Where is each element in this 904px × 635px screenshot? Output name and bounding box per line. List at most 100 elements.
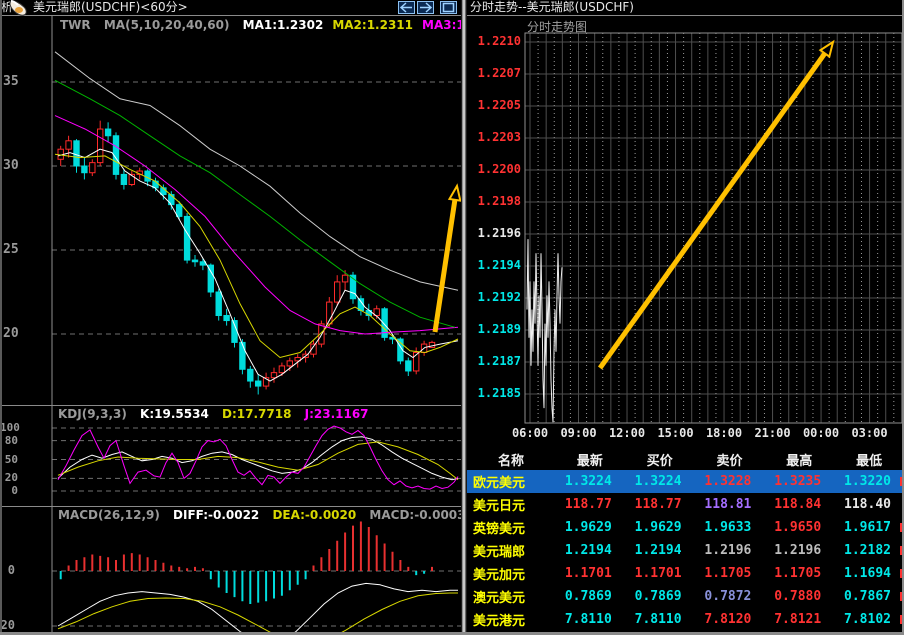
tick-price-label: 1.2192 (467, 290, 521, 304)
macd-panel[interactable]: MACD(26,12,9) DIFF:-0.0022 DEA:-0.0020 M… (0, 506, 461, 635)
kdj-d-value: D:17.7718 (222, 407, 291, 421)
candle-body (90, 163, 95, 173)
tick-price-label: 1.2189 (467, 322, 521, 336)
candle-body (287, 361, 292, 366)
quote-row[interactable]: 欧元美元1.32241.32241.32281.32351.3220 (467, 470, 904, 493)
tick-price-label: 1.2200 (467, 162, 521, 176)
right-titlebar: 分时走势--美元瑞郎(USDCHF) (467, 0, 904, 16)
candle-body (145, 171, 150, 181)
ma-line-ma2 (55, 154, 458, 357)
kdj-y-label: 100 (0, 421, 18, 434)
quote-value: 1.2194 (625, 543, 695, 558)
quote-value: 118.40 (834, 497, 904, 512)
row-edge-mark (900, 615, 904, 624)
tick-price-line (527, 239, 562, 422)
quote-value: 1.2194 (555, 543, 625, 558)
quote-header-cell: 最低 (834, 450, 904, 469)
candlestick-panel[interactable]: TWR MA(5,10,20,40,60) MA1:1.2302MA2:1.23… (0, 16, 461, 405)
quote-value: 118.81 (695, 497, 765, 512)
kdj-line-j (58, 426, 458, 489)
candle-body (177, 205, 182, 217)
quote-row[interactable]: 美元加元1.17011.17011.17051.17051.1694 (467, 562, 904, 585)
kdj-chart[interactable] (0, 406, 461, 506)
kdj-y-label: 50 (0, 453, 18, 466)
quote-pair-name: 美元瑞郎 (467, 541, 555, 560)
quote-value: 0.7867 (834, 589, 904, 604)
annotation-arrowhead (449, 186, 460, 201)
quote-value: 1.9650 (764, 520, 834, 535)
quote-value: 1.3220 (834, 474, 904, 489)
y-axis-label: 30 (3, 158, 19, 173)
candle-body (271, 373, 276, 378)
macd-name: MACD(26,12,9) (58, 508, 160, 522)
macd-chart[interactable] (0, 507, 461, 635)
candle-body (406, 361, 411, 371)
quote-row[interactable]: 美元瑞郎1.21941.21941.21961.21961.2182 (467, 539, 904, 562)
tick-price-label: 1.2210 (467, 34, 521, 48)
macd-label-row: MACD(26,12,9) DIFF:-0.0022 DEA:-0.0020 M… (58, 508, 475, 522)
quote-value: 1.3224 (625, 474, 695, 489)
quote-value: 1.2182 (834, 543, 904, 558)
macd-diff-value: DIFF:-0.0022 (173, 508, 259, 522)
quote-value: 7.8110 (625, 612, 695, 627)
quote-pair-name: 美元日元 (467, 495, 555, 514)
kdj-y-label: 0 (0, 484, 18, 497)
candle-body (105, 129, 110, 136)
quote-table-header: 名称最新买价卖价最高最低 (467, 448, 904, 470)
quote-header-cell: 买价 (625, 450, 695, 469)
quote-value: 7.8110 (555, 612, 625, 627)
forward-button[interactable] (417, 1, 434, 14)
quote-value: 0.7880 (764, 589, 834, 604)
quote-row[interactable]: 澳元美元0.78690.78690.78720.78800.7867 (467, 585, 904, 608)
trading-app-window: 析 美元瑞郎(USDCHF)<60分> 分时走势--美元瑞郎(USDCHF) (0, 0, 904, 635)
tick-price-label: 1.2194 (467, 258, 521, 272)
row-edge-mark (900, 477, 904, 486)
row-edge-mark (900, 592, 904, 601)
quote-row[interactable]: 英镑美元1.96291.96291.96331.96501.9617 (467, 516, 904, 539)
annotation-arrow (600, 49, 828, 368)
ma-line-ma4 (55, 80, 455, 327)
tick-time-label: 12:00 (603, 426, 651, 440)
candle-body (224, 316, 229, 321)
arrow-right-icon (418, 2, 433, 13)
quote-row[interactable]: 美元港元7.81107.81107.81207.81217.8102 (467, 608, 904, 631)
tick-price-label: 1.2198 (467, 194, 521, 208)
kdj-y-label: 80 (0, 434, 18, 447)
quote-value: 1.1705 (695, 566, 765, 581)
candle-body (216, 292, 221, 316)
quote-value: 0.7869 (625, 589, 695, 604)
kdj-panel[interactable]: KDJ(9,3,3) K:19.5534 D:17.7718 J:23.1167… (0, 405, 461, 506)
candle-body (74, 141, 79, 166)
tick-time-label: 00:00 (797, 426, 845, 440)
hand-cursor-icon (7, 0, 31, 21)
tick-time-label: 06:00 (506, 426, 554, 440)
quote-pair-name: 英镑美元 (467, 518, 555, 537)
tick-panel[interactable]: 分时走势图 1.22101.22071.22051.22031.22001.21… (467, 16, 904, 426)
ma-params: MA(5,10,20,40,60) (104, 18, 230, 32)
quote-value: 1.3235 (764, 474, 834, 489)
quote-value: 1.9617 (834, 520, 904, 535)
quote-value: 7.8121 (764, 612, 834, 627)
quote-value: 1.2196 (695, 543, 765, 558)
quote-value: 7.8102 (834, 612, 904, 627)
tick-time-label: 15:00 (652, 426, 700, 440)
tick-price-label: 1.2196 (467, 226, 521, 240)
quote-value: 1.3224 (555, 474, 625, 489)
quote-value: 1.1694 (834, 566, 904, 581)
quote-header-cell: 卖价 (695, 450, 765, 469)
candle-body (98, 129, 103, 163)
quote-value: 1.9629 (555, 520, 625, 535)
candle-body (66, 141, 71, 149)
tick-time-label: 03:00 (846, 426, 894, 440)
candlestick-chart[interactable] (0, 16, 461, 405)
maximize-button[interactable] (440, 1, 457, 14)
back-button[interactable] (398, 1, 415, 14)
quote-pair-name: 澳元美元 (467, 587, 555, 606)
kdj-j-value: J:23.1167 (305, 407, 369, 421)
quote-row[interactable]: 美元日元118.77118.77118.81118.84118.40 (467, 493, 904, 516)
y-axis-label: 35 (3, 74, 19, 89)
candle-body (121, 174, 126, 184)
tick-chart-svg[interactable] (467, 16, 904, 426)
quote-value: 1.2196 (764, 543, 834, 558)
quote-value: 1.3228 (695, 474, 765, 489)
